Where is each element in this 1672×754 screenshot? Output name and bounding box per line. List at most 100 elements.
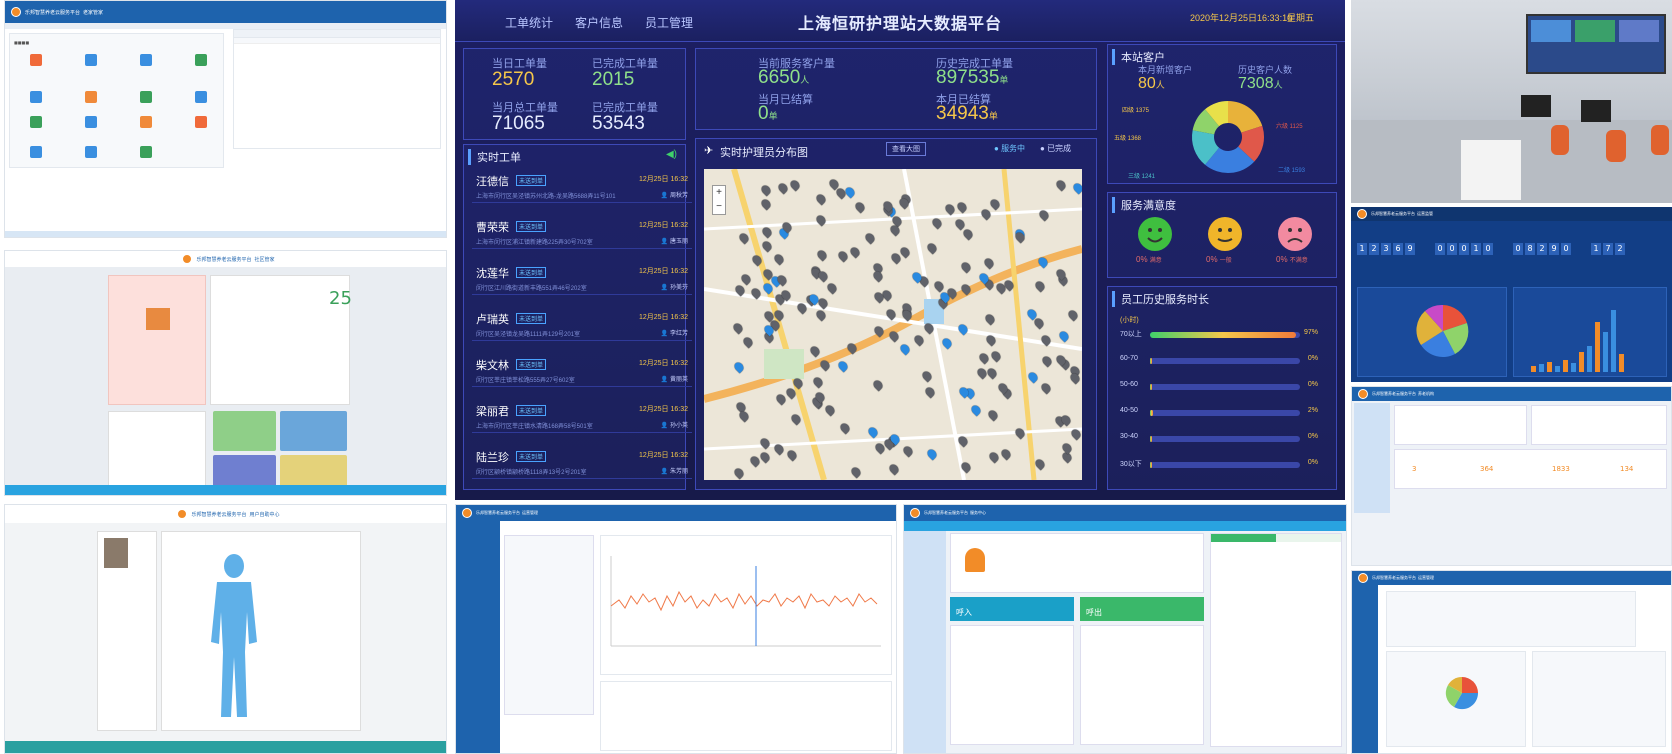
bar-percent: 0%: [1307, 459, 1318, 466]
incoming-call-tile[interactable]: 呼入: [950, 597, 1074, 621]
count-value: 364: [1480, 465, 1494, 473]
view-large-map-button[interactable]: 查看大图: [886, 142, 926, 156]
order-address: 上海市闵行区莘庄镇水清路168弄58号501室: [476, 424, 593, 430]
map-panel: ✈ 实时护理员分布图 查看大图 ● 服务中 ● 已完成 + −: [695, 138, 1097, 490]
order-stats-box: 当日工单量 2570 已完成工单量 2015 当月总工单量 71065 已完成工…: [463, 48, 686, 140]
caregiver-name: 👤 李红芳: [660, 331, 688, 337]
outgoing-call-tile[interactable]: 呼出: [1080, 597, 1204, 621]
weekday: 星期五: [1287, 13, 1315, 23]
customer-name: 曹荣荣: [476, 222, 509, 234]
stat-value: 2015: [592, 69, 635, 90]
work-order-item[interactable]: 沈莲华 未送到单 12月25日 16:32 闵行区江川路街道新丰路551弄46号202…: [472, 261, 692, 295]
caregiver-name: 👤 黄丽英: [660, 377, 688, 383]
order-status-tag: 未送到单: [516, 221, 547, 232]
stat-value: 6650: [758, 67, 801, 88]
order-status-tag: 未送到单: [516, 359, 547, 370]
stat-unit: 单: [768, 111, 778, 121]
datetime: 2020年12月25日16:33:10: [1190, 13, 1293, 23]
service-bar-row: 40-50 2%: [1120, 407, 1318, 421]
counter-digit: 1: [1471, 243, 1481, 255]
speaker-icon[interactable]: ◀): [666, 149, 677, 160]
line-chart-icon: [610, 556, 881, 647]
zoom-control[interactable]: + −: [712, 185, 726, 215]
bar-label: 40-50: [1120, 407, 1138, 414]
tab-staff-management[interactable]: 员工管理: [645, 14, 693, 31]
donut-label: 六级 1125: [1276, 124, 1303, 130]
order-status-tag: 未送到单: [516, 405, 547, 416]
satisfaction-value: 0% 一般: [1206, 255, 1232, 264]
work-order-item[interactable]: 汪德信 未送到单 12月25日 16:32 上海市闵行区吴泾镇苏州北路-龙吴路5688…: [472, 169, 692, 203]
count-value: 134: [1620, 465, 1634, 473]
stat-value: 7308: [1238, 75, 1274, 92]
stat-value: 53543: [592, 113, 645, 134]
panel-elderly-institution: 乐邦智慧养老云服务平台 养老机构 3 364 1833 134: [1351, 386, 1672, 566]
brand-logo: [1358, 573, 1368, 583]
counter-digit: 0: [1459, 243, 1469, 255]
customer-name: 梁丽君: [476, 406, 509, 418]
map-title: 实时护理员分布图: [720, 147, 808, 159]
legend-serving: ● 服务中: [994, 144, 1026, 153]
bar-percent: 2%: [1307, 407, 1318, 414]
stat-value: 897535: [936, 67, 1000, 88]
section-title: 员工历史服务时长: [1112, 291, 1209, 307]
work-order-item[interactable]: 梁丽君 未送到单 12月25日 16:32 上海市闵行区莘庄镇水清路168弄58号50…: [472, 399, 692, 433]
app-title: 乐邦智慧养老云服务平台: [25, 9, 81, 16]
order-address: 闵行区莘庄镇莘松路555弄27号602室: [476, 378, 575, 384]
order-address: 闵行区吴泾镇龙吴路1111弄129号201室: [476, 332, 581, 338]
caregiver-name: 👤 朱芳丽: [660, 469, 688, 475]
stat-unit: 单: [988, 111, 998, 121]
bar-percent: 0%: [1307, 433, 1318, 440]
app-title: 乐邦智慧养老云服务平台: [1372, 575, 1416, 580]
work-order-item[interactable]: 陆兰珍 未送到单 12月25日 16:32 闵行区颛桥镇颛桥路1118弄13号2号20…: [472, 445, 692, 479]
tab-customer-info[interactable]: 客户信息: [575, 14, 623, 31]
work-order-item[interactable]: 曹荣荣 未送到单 12月25日 16:32 上海市闵行区浦江镇新建路225弄30号70…: [472, 215, 692, 249]
bar-fill: [1150, 436, 1152, 442]
order-time: 12月25日 16:32: [638, 176, 688, 183]
stat-value: 0: [758, 103, 769, 124]
counter-digit: 8: [1525, 243, 1535, 255]
legend-completed: ● 已完成: [1040, 144, 1072, 153]
bar-track: [1150, 436, 1300, 442]
bigdata-dashboard: 工单统计 客户信息 员工管理 上海恒研护理站大数据平台 2020年12月25日1…: [455, 0, 1345, 500]
work-order-item[interactable]: 柴文林 未送到单 12月25日 16:32 闵行区莘庄镇莘松路555弄27号602室 👤…: [472, 353, 692, 387]
neutral-face-icon: [1208, 217, 1242, 251]
customer-name: 汪德信: [476, 176, 509, 188]
count-value: 3: [1412, 465, 1417, 473]
panel-user-self-service: 乐邦智慧养老云服务平台 用户自助中心: [4, 504, 447, 754]
order-status-tag: 未送到单: [516, 451, 547, 462]
unit-label: (小时): [1120, 317, 1139, 324]
app-title: 乐邦智慧养老云服务平台: [1371, 211, 1415, 216]
counter-digit: 0: [1561, 243, 1571, 255]
brand-logo: [182, 254, 193, 264]
brand-logo: [910, 508, 920, 518]
app-title: 乐邦智慧养老云服务平台: [476, 510, 520, 515]
counter-digit: 2: [1369, 243, 1379, 255]
counter-digit: 0: [1513, 243, 1523, 255]
brand-logo: [1358, 389, 1368, 399]
donut-label: 二级 1593: [1278, 168, 1306, 174]
donut-label: 四级 1375: [1122, 108, 1150, 114]
caregiver-name: 👤 孙小英: [660, 423, 688, 429]
stat-value: 71065: [492, 113, 545, 134]
app-title: 乐邦智慧养老云服务平台: [1372, 391, 1416, 396]
app-subtitle: 社区管家: [254, 256, 275, 263]
bar-track: [1150, 462, 1300, 468]
work-order-item[interactable]: 卢瑞英 未送到单 12月25日 16:32 闵行区吴泾镇龙吴路1111弄129号201…: [472, 307, 692, 341]
counter-digit: 2: [1615, 243, 1625, 255]
counter-digit: 2: [1537, 243, 1547, 255]
app-subtitle: 用户自助中心: [249, 511, 280, 518]
panel-operation-management-2: 乐邦智慧养老云服务平台 运营管理: [1351, 570, 1672, 754]
tab-work-order-stats[interactable]: 工单统计: [505, 14, 553, 31]
order-address: 闵行区颛桥镇颛桥路1118弄13号2号201室: [476, 470, 587, 476]
bar-percent: 97%: [1303, 329, 1318, 336]
service-bar-row: 60-70 0%: [1120, 355, 1318, 369]
brand-logo: [11, 7, 21, 17]
counter-digit: 9: [1549, 243, 1559, 255]
panel-operation-management: 乐邦智慧养老云服务平台 运营管理: [455, 504, 897, 754]
service-bar-row: 70以上 97%: [1120, 329, 1318, 343]
customer-stats-box: 当前服务客户量 6650人 历史完成工单量 897535单 当月已结算 0单 本…: [695, 48, 1097, 130]
app-subtitle: 服务中心: [970, 510, 986, 515]
map-canvas[interactable]: + −: [704, 169, 1082, 480]
order-address: 上海市闵行区吴泾镇苏州北路-龙吴路5688弄11号101: [476, 194, 616, 200]
bar-fill: [1150, 332, 1296, 338]
